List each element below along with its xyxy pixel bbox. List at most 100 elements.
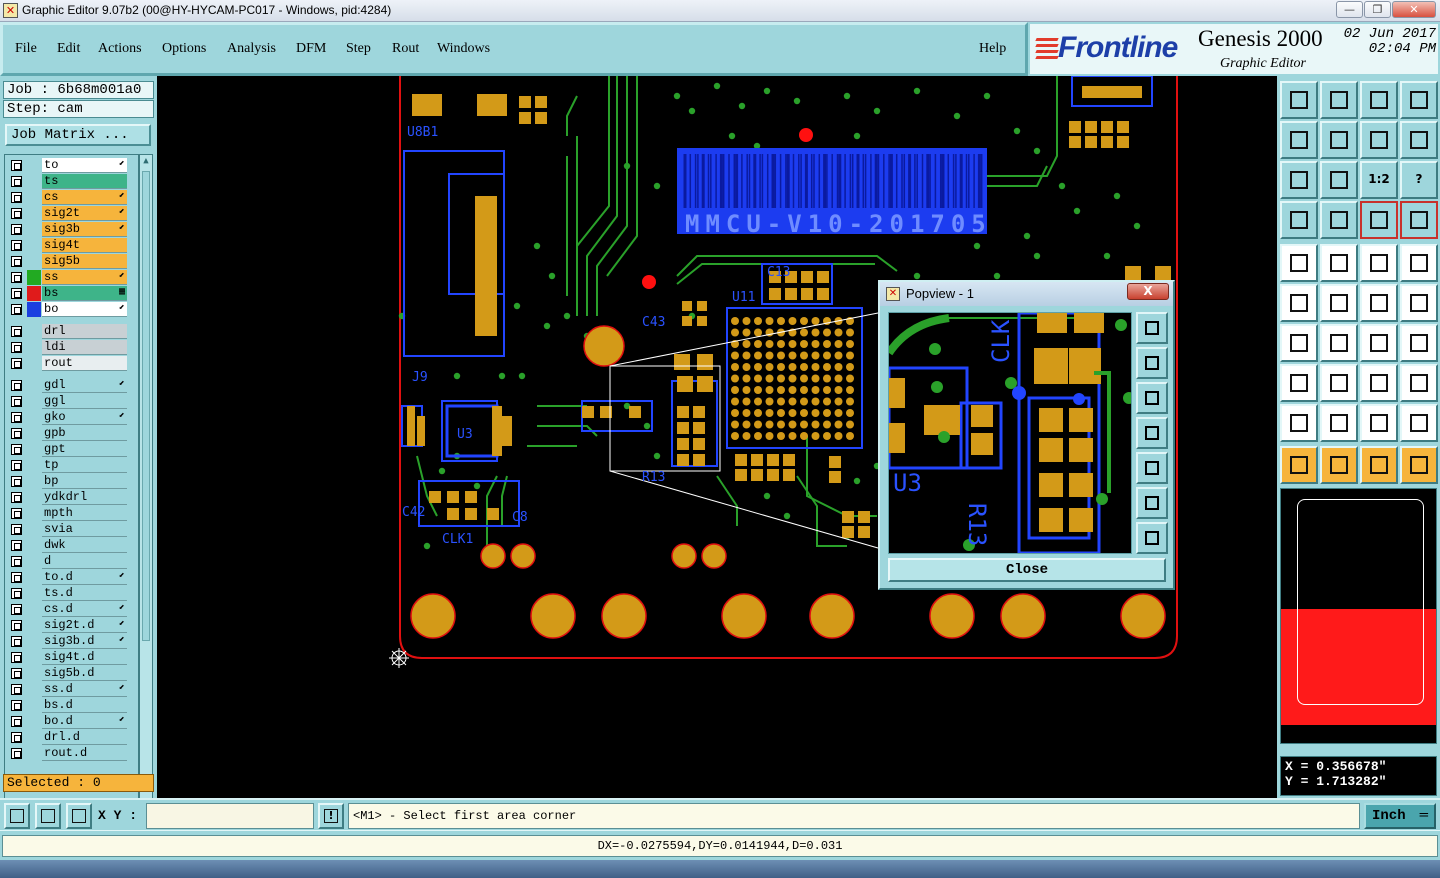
layer-name[interactable]: drl.d: [42, 730, 127, 745]
layer-row[interactable]: d: [7, 554, 127, 569]
layer-checkbox[interactable]: [11, 304, 22, 315]
zoom-center-icon[interactable]: [1320, 161, 1358, 199]
menu-help[interactable]: Help: [979, 41, 1006, 57]
layer-name[interactable]: bp: [42, 474, 127, 489]
popview-zoom-in-icon[interactable]: [1136, 487, 1168, 519]
popview-close-button[interactable]: Close: [888, 558, 1166, 582]
ruler-icon[interactable]: [1360, 244, 1398, 282]
cross-icon[interactable]: [1320, 284, 1358, 322]
layer-name[interactable]: cs.d ⬋: [42, 602, 127, 617]
layer-checkbox[interactable]: [11, 224, 22, 235]
measure-box-icon[interactable]: [1360, 364, 1398, 402]
layer-row[interactable]: drl: [7, 324, 127, 339]
layer-checkbox[interactable]: [11, 192, 22, 203]
cut-icon[interactable]: [1320, 364, 1358, 402]
layer-name[interactable]: drl: [42, 324, 127, 339]
flip-icon[interactable]: [1400, 324, 1438, 362]
layer-name[interactable]: sig2t ⬋: [42, 206, 127, 221]
layer-color-swatch[interactable]: [27, 490, 41, 505]
triangle-a-icon[interactable]: [1280, 404, 1318, 442]
layer-checkbox[interactable]: [11, 540, 22, 551]
layer-colors-icon[interactable]: [1360, 201, 1398, 239]
layer-row[interactable]: sig3b.d ⬋: [7, 634, 127, 649]
layer-color-swatch[interactable]: [27, 474, 41, 489]
layer-name[interactable]: sig4t.d: [42, 650, 127, 665]
layer-row[interactable]: ldi: [7, 340, 127, 355]
menu-analysis[interactable]: Analysis: [227, 41, 276, 57]
layer-name[interactable]: sig3b ⬋: [42, 222, 127, 237]
layer-name[interactable]: ss.d ⬋: [42, 682, 127, 697]
select-box-icon[interactable]: [1280, 364, 1318, 402]
layer-color-swatch[interactable]: [27, 506, 41, 521]
snap-line-icon[interactable]: [1400, 284, 1438, 322]
layer-name[interactable]: sig5b: [42, 254, 127, 269]
pad-icon[interactable]: [1280, 244, 1318, 282]
layer-color-swatch[interactable]: [27, 634, 41, 649]
menu-windows[interactable]: Windows: [437, 41, 490, 57]
popview-pan-right-icon[interactable]: [1136, 452, 1168, 484]
diagonal-icon[interactable]: [1320, 324, 1358, 362]
layer-row[interactable]: sig2t.d ⬋: [7, 618, 127, 633]
layer-color-swatch[interactable]: [27, 586, 41, 601]
grid-toggle-icon[interactable]: [1320, 201, 1358, 239]
layer-color-swatch[interactable]: [27, 324, 41, 339]
layer-row[interactable]: ss ⬋: [7, 270, 127, 285]
layer-row[interactable]: dwk: [7, 538, 127, 553]
layer-checkbox[interactable]: [11, 524, 22, 535]
snap-point-icon[interactable]: [1360, 284, 1398, 322]
layer-color-swatch[interactable]: [27, 730, 41, 745]
layer-checkbox[interactable]: [11, 572, 22, 583]
mirror-icon[interactable]: [1360, 121, 1398, 159]
popview-close-x-button[interactable]: X: [1127, 283, 1169, 300]
layer-checkbox[interactable]: [11, 342, 22, 353]
layer-name[interactable]: sig5b.d: [42, 666, 127, 681]
window-layout-icon[interactable]: [1400, 81, 1438, 119]
layer-checkbox[interactable]: [11, 288, 22, 299]
menu-file[interactable]: File: [15, 41, 37, 57]
circle-icon[interactable]: [1400, 244, 1438, 282]
layer-name[interactable]: dwk: [42, 538, 127, 553]
layer-list-scrollbar[interactable]: ▲ ▼: [139, 154, 153, 846]
menu-step[interactable]: Step: [346, 41, 371, 57]
layer-name[interactable]: bo.d ⬋: [42, 714, 127, 729]
pan-right-icon[interactable]: [1320, 121, 1358, 159]
step-repeat-icon[interactable]: [1400, 121, 1438, 159]
layer-row[interactable]: bs.d: [7, 698, 127, 713]
layer-color-swatch[interactable]: [27, 458, 41, 473]
menu-actions[interactable]: Actions: [98, 41, 142, 57]
layer-name[interactable]: tp: [42, 458, 127, 473]
layer-row[interactable]: sig2t ⬋: [7, 206, 127, 221]
layer-row[interactable]: sig3b ⬋: [7, 222, 127, 237]
layer-color-swatch[interactable]: [27, 270, 41, 285]
layer-row[interactable]: rout: [7, 356, 127, 371]
layer-checkbox[interactable]: [11, 732, 22, 743]
layer-row[interactable]: bo ⬋: [7, 302, 127, 317]
zoom-ratio-icon[interactable]: 1:2: [1360, 161, 1398, 199]
job-matrix-button[interactable]: Job Matrix ...: [5, 124, 151, 146]
layer-name[interactable]: d: [42, 554, 127, 569]
layer-row[interactable]: gko ⬋: [7, 410, 127, 425]
layer-color-swatch[interactable]: [27, 190, 41, 205]
layer-color-swatch[interactable]: [27, 426, 41, 441]
layer-row[interactable]: sig4t: [7, 238, 127, 253]
layer-checkbox[interactable]: [11, 636, 22, 647]
menu-options[interactable]: Options: [162, 41, 206, 57]
layer-row[interactable]: ss.d ⬋: [7, 682, 127, 697]
layer-name[interactable]: ts.d: [42, 586, 127, 601]
menu-dfm[interactable]: DFM: [296, 41, 326, 57]
layer-color-swatch[interactable]: [27, 618, 41, 633]
layer-name[interactable]: gpt: [42, 442, 127, 457]
layer-color-swatch[interactable]: [27, 340, 41, 355]
layer-name[interactable]: ydkdrl: [42, 490, 127, 505]
layer-name[interactable]: ggl: [42, 394, 127, 409]
layer-checkbox[interactable]: [11, 380, 22, 391]
layer-row[interactable]: mpth: [7, 506, 127, 521]
angle-icon[interactable]: [1280, 324, 1318, 362]
layer-row[interactable]: drl.d: [7, 730, 127, 745]
alert-icon[interactable]: !: [318, 803, 344, 829]
layer-row[interactable]: cs ⬋: [7, 190, 127, 205]
layer-row[interactable]: gdl ⬋: [7, 378, 127, 393]
layer-row[interactable]: ydkdrl: [7, 490, 127, 505]
pointer-box-icon[interactable]: [1320, 446, 1358, 484]
layer-row[interactable]: bp: [7, 474, 127, 489]
